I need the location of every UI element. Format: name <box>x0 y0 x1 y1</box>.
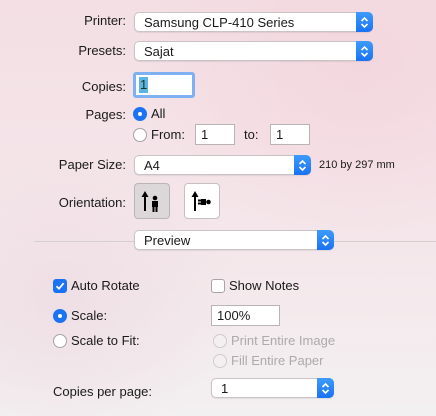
print-entire-image-label: Print Entire Image <box>231 333 336 348</box>
auto-rotate-checkbox[interactable] <box>53 279 67 293</box>
copies-field[interactable]: 1 <box>133 72 195 98</box>
pages-label: Pages: <box>85 107 126 122</box>
auto-rotate-label: Auto Rotate <box>71 278 140 293</box>
presets-label: Presets: <box>78 43 126 58</box>
checkmark-icon <box>55 282 65 291</box>
printer-select[interactable]: Samsung CLP-410 Series <box>134 12 373 32</box>
scale-to-fit-radio[interactable] <box>53 334 67 348</box>
scale-radio[interactable] <box>53 309 67 323</box>
section-select[interactable]: Preview <box>134 230 334 250</box>
chevron-updown-icon <box>317 230 334 250</box>
scale-value: 100% <box>217 308 251 323</box>
presets-select[interactable]: Sajat <box>134 41 373 61</box>
copies-label: Copies: <box>81 79 126 94</box>
scale-label: Scale: <box>71 308 108 323</box>
fill-entire-paper-label: Fill Entire Paper <box>231 353 324 368</box>
portrait-icon <box>141 191 158 212</box>
copies-per-page-value: 1 <box>221 381 229 396</box>
show-notes-checkbox[interactable] <box>211 279 225 293</box>
printer-label: Printer: <box>84 13 126 28</box>
pages-all-radio[interactable] <box>133 107 147 121</box>
chevron-updown-icon <box>356 12 373 32</box>
pages-from-label: From: <box>151 127 185 142</box>
portrait-orientation-button[interactable] <box>134 183 170 219</box>
orientation-label: Orientation: <box>58 195 126 210</box>
scale-to-fit-label: Scale to Fit: <box>71 333 140 348</box>
print-entire-image-radio[interactable] <box>213 334 227 348</box>
copies-value: 1 <box>139 77 149 93</box>
landscape-orientation-button[interactable] <box>184 183 220 219</box>
presets-value: Sajat <box>144 44 174 59</box>
section-value: Preview <box>144 233 191 248</box>
pages-from-field[interactable]: 1 <box>195 124 235 145</box>
pages-to-value: 1 <box>276 127 284 142</box>
pages-from-value: 1 <box>201 127 209 142</box>
paper-size-select[interactable]: A4 <box>134 155 311 175</box>
fill-entire-paper-radio[interactable] <box>213 354 227 368</box>
copies-per-page-label: Copies per page: <box>53 384 153 399</box>
pages-all-label: All <box>151 106 166 121</box>
scale-field[interactable]: 100% <box>211 305 280 326</box>
printer-value: Samsung CLP-410 Series <box>144 15 295 30</box>
paper-size-value: A4 <box>144 158 160 173</box>
pages-to-field[interactable]: 1 <box>270 124 310 145</box>
show-notes-label: Show Notes <box>229 278 300 293</box>
pages-to-label: to: <box>244 127 259 142</box>
chevron-updown-icon <box>294 155 311 175</box>
copies-per-page-select[interactable]: 1 <box>211 378 334 398</box>
paper-size-label: Paper Size: <box>58 157 126 172</box>
landscape-icon <box>191 191 211 211</box>
chevron-updown-icon <box>356 41 373 61</box>
pages-from-radio[interactable] <box>133 128 147 142</box>
paper-size-dimensions: 210 by 297 mm <box>319 159 395 171</box>
chevron-updown-icon <box>317 378 334 398</box>
